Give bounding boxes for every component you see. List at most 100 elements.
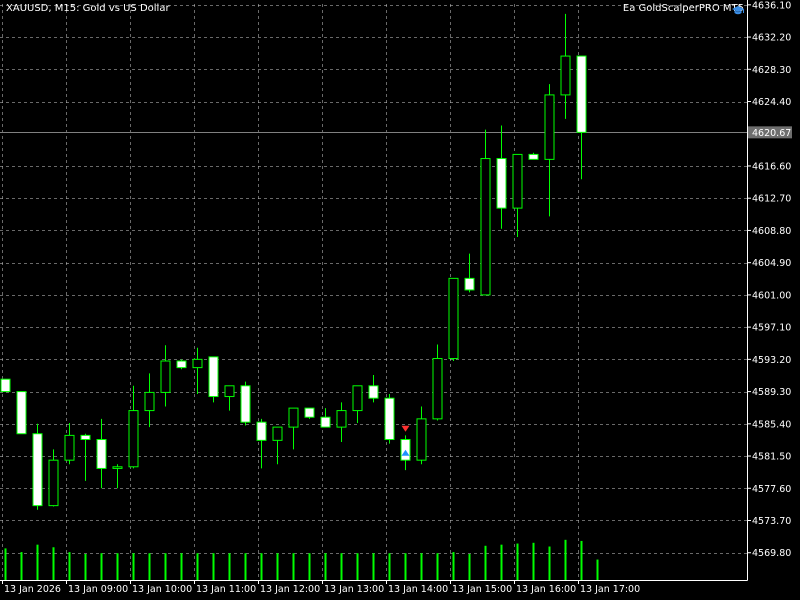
ea-label[interactable]: Ea GoldScalperPRO MT5 — [623, 3, 744, 14]
candle-body — [560, 55, 571, 96]
candle — [64, 422, 75, 465]
candle-body — [496, 158, 507, 209]
price-tick-label: 4632.20 — [752, 33, 791, 44]
price-tick-label: 4597.10 — [752, 323, 791, 334]
candle — [48, 449, 59, 507]
price-tick-label: 4585.40 — [752, 419, 791, 430]
candle — [336, 402, 347, 442]
candle — [96, 418, 107, 489]
time-tick-label: 13 Jan 10:00 — [132, 584, 192, 595]
candle-body — [176, 360, 187, 369]
time-tick-label: 13 Jan 14:00 — [388, 584, 448, 595]
candle — [0, 378, 11, 393]
candle-body — [528, 153, 539, 160]
candle-body — [352, 385, 363, 412]
candle-body — [288, 407, 299, 428]
candle-body — [64, 434, 75, 461]
candle — [480, 129, 491, 296]
price-tick-label: 4601.00 — [752, 290, 791, 301]
candle — [240, 381, 251, 426]
candle-body — [544, 94, 555, 160]
candle-body — [0, 378, 11, 393]
candle — [416, 406, 427, 465]
price-tick-label: 4573.70 — [752, 516, 791, 527]
candle-body — [448, 277, 459, 360]
candle-body — [208, 356, 219, 398]
candle-body — [480, 158, 491, 296]
price-tick-label: 4628.30 — [752, 65, 791, 76]
candle — [528, 152, 539, 160]
candle-body — [96, 439, 107, 469]
price-tick-label: 4612.70 — [752, 194, 791, 205]
candle — [496, 125, 507, 229]
candle-body — [80, 434, 91, 441]
candle-body — [112, 466, 123, 469]
time-tick-label: 13 Jan 16:00 — [516, 584, 576, 595]
candle-body — [512, 153, 523, 209]
candle-body — [368, 385, 379, 399]
candle — [224, 385, 235, 411]
candle — [160, 345, 171, 407]
candle — [16, 391, 27, 435]
candle — [128, 385, 139, 469]
candle-body — [128, 410, 139, 468]
candle-body — [432, 358, 443, 420]
price-tick-label: 4616.60 — [752, 161, 791, 172]
candle-body — [304, 407, 315, 418]
candle — [112, 464, 123, 489]
time-tick-label: 13 Jan 15:00 — [452, 584, 512, 595]
time-tick-label: 13 Jan 09:00 — [68, 584, 128, 595]
candle-body — [272, 426, 283, 441]
candle-body — [464, 277, 475, 291]
price-tick-label: 4569.80 — [752, 548, 791, 559]
graduation-cap-icon[interactable] — [731, 5, 745, 17]
candle — [208, 356, 219, 403]
candle — [352, 385, 363, 423]
candle — [144, 373, 155, 428]
sell-arrow-icon — [401, 425, 410, 432]
price-tick-label: 4577.60 — [752, 484, 791, 495]
time-tick-label: 13 Jan 11:00 — [196, 584, 256, 595]
candle-body — [144, 391, 155, 412]
candle-body — [320, 416, 331, 428]
candle-body — [240, 385, 251, 423]
candle — [544, 84, 555, 217]
time-tick-label: 13 Jan 13:00 — [324, 584, 384, 595]
price-tick-label: 4604.90 — [752, 258, 791, 269]
volume-bars — [4, 539, 599, 580]
candle-body — [336, 410, 347, 428]
candle — [32, 423, 43, 510]
price-tick-label: 4608.80 — [752, 226, 791, 237]
time-tick-label: 13 Jan 17:00 — [580, 584, 640, 595]
candle-body — [48, 459, 59, 507]
candle-body — [416, 418, 427, 461]
price-axis-labels: 4636.10 4632.20 4628.30 4624.40 4620.67 4616.… — [747, 0, 792, 559]
candle — [288, 407, 299, 450]
grid — [0, 4, 747, 580]
candle-body — [192, 358, 203, 369]
price-tick-label: 4589.30 — [752, 387, 791, 398]
candle — [320, 408, 331, 428]
price-tick-label: 4593.20 — [752, 355, 791, 366]
symbol-title: XAUUSD, M15: Gold vs US Dollar — [6, 3, 170, 14]
candle-body — [384, 397, 395, 441]
time-tick-label: 13 Jan 12:00 — [260, 584, 320, 595]
price-tick-label: 4636.10 — [752, 0, 791, 11]
candle-body — [160, 360, 171, 393]
candle — [272, 426, 283, 465]
price-chart[interactable]: 4636.10 4632.20 4628.30 4624.40 4620.67 4616.… — [0, 0, 800, 600]
candle — [560, 13, 571, 119]
candle — [448, 277, 459, 362]
candle — [464, 253, 475, 293]
candle-body — [576, 55, 587, 133]
candle — [384, 394, 395, 444]
price-tick-label: 4581.50 — [752, 452, 791, 463]
candles — [0, 13, 587, 510]
candle — [512, 153, 523, 238]
candle-body — [256, 421, 267, 441]
price-tick-label: 4624.40 — [752, 97, 791, 108]
time-tick-label: 13 Jan 2026 — [4, 584, 61, 595]
candle — [176, 359, 187, 370]
candle — [80, 433, 91, 481]
price-tick-label: 4620.67 — [752, 128, 791, 139]
